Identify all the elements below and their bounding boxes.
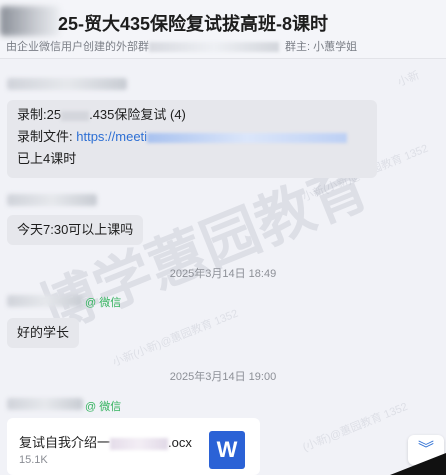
message-bubble[interactable]: 今天7:30可以上课吗 [7,215,144,245]
sender-name-blur [7,398,83,410]
recording-link[interactable]: https://meeti [76,129,147,144]
group-avatar[interactable] [0,6,60,36]
group-owner[interactable]: 群主: 小蕙学姐 [285,41,357,53]
chat-subtitle: 由企业微信用户创建的外部群 群主: 小蕙学姐 [6,38,357,54]
group-origin-text: 由企业微信用户创建的外部群 [6,41,149,53]
corner-mark [390,453,446,475]
message-line: 录制文件: https://meeti [17,126,367,148]
timestamp: 2025年3月14日 18:49 [169,268,277,280]
message-bubble[interactable]: 录制:25.435保险复试 (4) 录制文件: https://meeti 已上… [7,100,377,178]
sender-name-blur [7,295,83,307]
message-line: 录制:25.435保险复试 (4) [17,107,186,122]
watermark-small: (小新)@蕙园教育 1352 [301,400,410,454]
redacted-text [149,42,279,53]
redacted-link [147,132,348,143]
redacted-text [110,437,169,450]
word-document-icon: W [209,431,245,469]
watermark-small: 小新 [396,69,422,89]
timestamp: 2025年3月14日 19:00 [169,371,277,383]
wechat-tag: @ 微信 [85,401,122,413]
watermark-small: 小新(小新)@蕙园教育 1352 [111,307,240,369]
chat-title[interactable]: 25-贸大435保险复试拔高班-8课时 [58,10,328,36]
redacted-text [61,110,90,121]
message-bubble[interactable]: 好的学长 [7,318,80,348]
file-size: 15.1K [19,454,48,466]
file-attachment-card[interactable]: 复试自我介绍一 .ocx 15.1K W [7,418,260,475]
wechat-tag: @ 微信 [85,297,122,309]
sender-name-blur [7,78,127,90]
message-line: 已上4课时 [17,151,77,166]
sender-name-blur [7,194,97,206]
file-name: 复试自我介绍一 .ocx [19,435,192,450]
chat-header: 25-贸大435保险复试拔高班-8课时 由企业微信用户创建的外部群 群主: 小蕙学… [0,0,446,59]
